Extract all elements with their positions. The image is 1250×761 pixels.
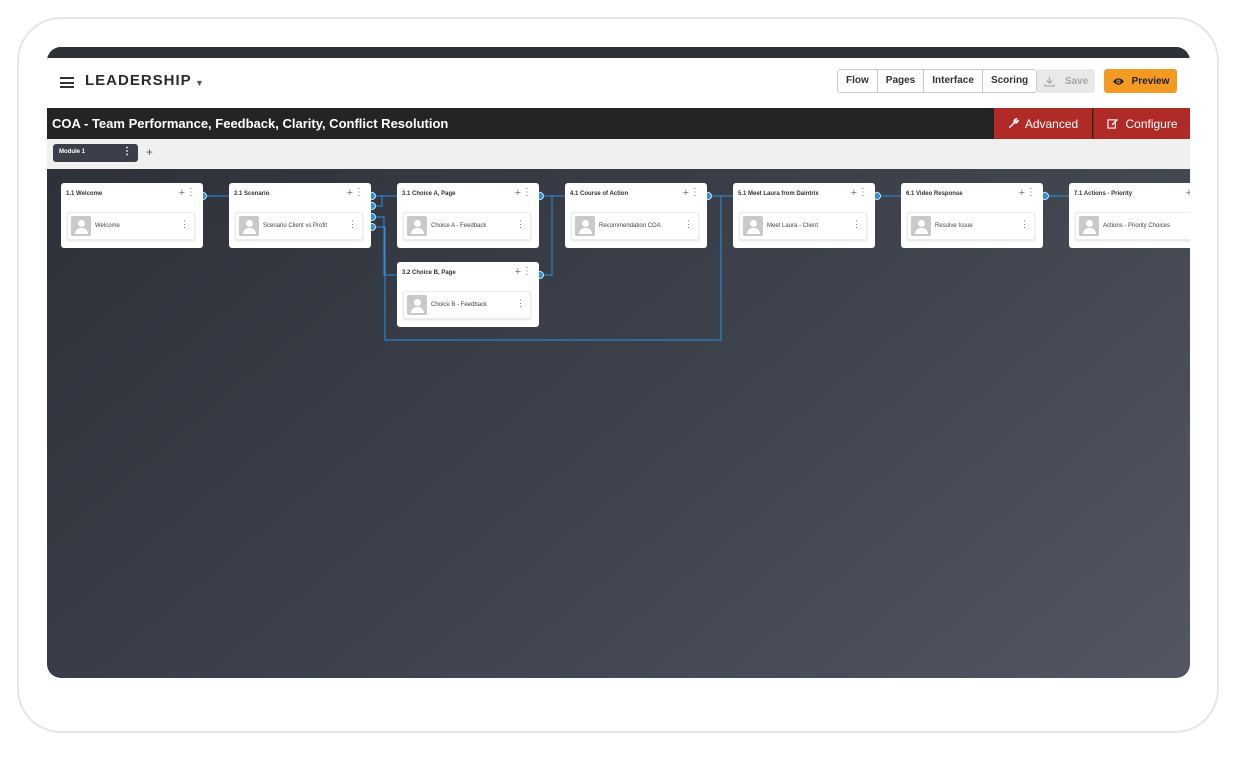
tab-flow[interactable]: Flow bbox=[838, 70, 878, 92]
more-vertical-icon[interactable]: ⋮ bbox=[522, 266, 532, 277]
plus-icon[interactable]: + bbox=[683, 187, 689, 199]
card-page-item[interactable]: Meet Laura - Client ⋮ bbox=[739, 212, 867, 240]
flow-card[interactable]: 3.1 Choice A, Page + ⋮ Choice A - Feedba… bbox=[397, 183, 539, 248]
save-label: Save bbox=[1064, 75, 1089, 87]
card-item-label: Choice B - Feedback bbox=[431, 302, 488, 308]
avatar-icon bbox=[407, 295, 427, 315]
more-vertical-icon[interactable]: ⋮ bbox=[354, 187, 364, 198]
more-vertical-icon[interactable]: ⋮ bbox=[684, 219, 693, 230]
advanced-label: Advanced bbox=[1024, 116, 1079, 131]
advanced-button[interactable]: Advanced bbox=[994, 108, 1092, 139]
more-vertical-icon[interactable]: ⋮ bbox=[852, 219, 861, 230]
plus-icon[interactable]: + bbox=[851, 187, 857, 199]
menu-icon[interactable] bbox=[60, 77, 74, 88]
card-page-item[interactable]: Choice A - Feedback ⋮ bbox=[403, 212, 531, 240]
card-page-item[interactable]: Resolve Issue ⋮ bbox=[907, 212, 1035, 240]
avatar-icon bbox=[575, 216, 595, 236]
avatar-icon bbox=[407, 216, 427, 236]
tab-pages[interactable]: Pages bbox=[877, 70, 925, 92]
more-vertical-icon[interactable]: ⋮ bbox=[180, 219, 189, 230]
card-title: 2.1 Scenario bbox=[234, 191, 270, 197]
app-title[interactable]: LEADERSHIP bbox=[85, 72, 192, 89]
card-title: 1.1 Welcome bbox=[66, 191, 103, 197]
page-title: COA - Team Performance, Feedback, Clarit… bbox=[52, 116, 449, 131]
card-page-item[interactable]: Scenario Client vs Profit ⋮ bbox=[235, 212, 363, 240]
plus-icon[interactable]: + bbox=[347, 187, 353, 199]
more-vertical-icon[interactable]: ⋮ bbox=[516, 219, 525, 230]
save-button[interactable]: Save bbox=[1037, 69, 1095, 93]
plus-icon[interactable]: + bbox=[515, 187, 521, 199]
flow-card[interactable]: 7.1 Actions - Priority + Actions - Prior… bbox=[1069, 183, 1190, 248]
add-module-button[interactable]: + bbox=[146, 145, 153, 159]
flow-card[interactable]: 6.1 Video Response + ⋮ Resolve Issue ⋮ bbox=[901, 183, 1043, 248]
card-item-label: Resolve Issue bbox=[935, 223, 973, 229]
configure-label: Configure bbox=[1125, 116, 1178, 131]
connector-2-3a-alt bbox=[372, 196, 383, 207]
plus-icon[interactable]: + bbox=[1186, 187, 1190, 199]
caret-down-icon[interactable]: ▼ bbox=[195, 78, 204, 88]
card-title: 6.1 Video Response bbox=[906, 191, 963, 197]
flow-card[interactable]: 2.1 Scenario + ⋮ Scenario Client vs Prof… bbox=[229, 183, 371, 248]
app-screen: LEADERSHIP ▼ Flow Pages Interface Scorin… bbox=[47, 47, 1190, 678]
more-vertical-icon[interactable]: ⋮ bbox=[522, 187, 532, 198]
module-tab[interactable]: Module 1 ⋮ bbox=[53, 144, 138, 162]
preview-button[interactable]: Preview bbox=[1104, 69, 1177, 93]
more-vertical-icon[interactable]: ⋮ bbox=[516, 298, 525, 309]
connector-3b-4 bbox=[540, 196, 553, 276]
avatar-icon bbox=[71, 216, 91, 236]
plus-icon[interactable]: + bbox=[515, 266, 521, 278]
view-tabs: Flow Pages Interface Scoring bbox=[837, 69, 1038, 93]
flow-card[interactable]: 1.1 Welcome + ⋮ Welcome ⋮ bbox=[61, 183, 203, 248]
flow-card[interactable]: 5.1 Meet Laura from Daintrix + ⋮ Meet La… bbox=[733, 183, 875, 248]
card-title: 4.1 Course of Action bbox=[570, 191, 629, 197]
card-title: 7.1 Actions - Priority bbox=[1074, 191, 1133, 197]
tab-interface[interactable]: Interface bbox=[924, 70, 983, 92]
card-item-label: Meet Laura - Client bbox=[767, 223, 819, 229]
card-page-item[interactable]: Actions - Priority Choices ⋮ bbox=[1075, 212, 1190, 240]
card-title: 5.1 Meet Laura from Daintrix bbox=[738, 191, 819, 197]
avatar-icon bbox=[239, 216, 259, 236]
more-vertical-icon[interactable]: ⋮ bbox=[858, 187, 868, 198]
more-vertical-icon[interactable]: ⋮ bbox=[1020, 219, 1029, 230]
card-title: 3.2 Choice B, Page bbox=[402, 270, 456, 276]
card-title: 3.1 Choice A, Page bbox=[402, 191, 456, 197]
more-vertical-icon[interactable]: ⋮ bbox=[1188, 219, 1190, 230]
connector-2-3b bbox=[372, 216, 397, 276]
avatar-icon bbox=[1079, 216, 1099, 236]
card-page-item[interactable]: Choice B - Feedback ⋮ bbox=[403, 291, 531, 319]
card-page-item[interactable]: Welcome ⋮ bbox=[67, 212, 195, 240]
module-bar: Module 1 ⋮ + bbox=[47, 139, 1190, 169]
more-vertical-icon[interactable]: ⋮ bbox=[122, 146, 132, 157]
card-item-label: Welcome bbox=[95, 223, 120, 229]
top-nav: LEADERSHIP ▼ Flow Pages Interface Scorin… bbox=[47, 58, 1190, 109]
card-item-label: Choice A - Feedback bbox=[431, 223, 487, 229]
module-tab-label: Module 1 bbox=[59, 149, 86, 155]
more-vertical-icon[interactable]: ⋮ bbox=[1026, 187, 1036, 198]
configure-button[interactable]: Configure bbox=[1093, 108, 1190, 139]
tab-scoring[interactable]: Scoring bbox=[982, 70, 1037, 92]
title-bar: COA - Team Performance, Feedback, Clarit… bbox=[47, 108, 1190, 139]
plus-icon[interactable]: + bbox=[179, 187, 185, 199]
more-vertical-icon[interactable]: ⋮ bbox=[348, 219, 357, 230]
card-item-label: Scenario Client vs Profit bbox=[263, 223, 328, 229]
card-item-label: Actions - Priority Choices bbox=[1103, 223, 1171, 229]
flow-card[interactable]: 4.1 Course of Action + ⋮ Recommendation … bbox=[565, 183, 707, 248]
edit-icon bbox=[1107, 118, 1119, 129]
wrench-icon bbox=[1008, 118, 1019, 128]
eye-icon bbox=[1112, 77, 1124, 85]
avatar-icon bbox=[743, 216, 763, 236]
card-page-item[interactable]: Recommendation COA ⋮ bbox=[571, 212, 699, 240]
card-item-label: Recommendation COA bbox=[599, 223, 661, 229]
flow-card[interactable]: 3.2 Choice B, Page + ⋮ Choice B - Feedba… bbox=[397, 262, 539, 327]
plus-icon[interactable]: + bbox=[1019, 187, 1025, 199]
more-vertical-icon[interactable]: ⋮ bbox=[690, 187, 700, 198]
screen-bezel bbox=[47, 47, 1190, 58]
download-icon bbox=[1044, 76, 1055, 87]
more-vertical-icon[interactable]: ⋮ bbox=[186, 187, 196, 198]
avatar-icon bbox=[911, 216, 931, 236]
preview-label: Preview bbox=[1131, 75, 1170, 87]
